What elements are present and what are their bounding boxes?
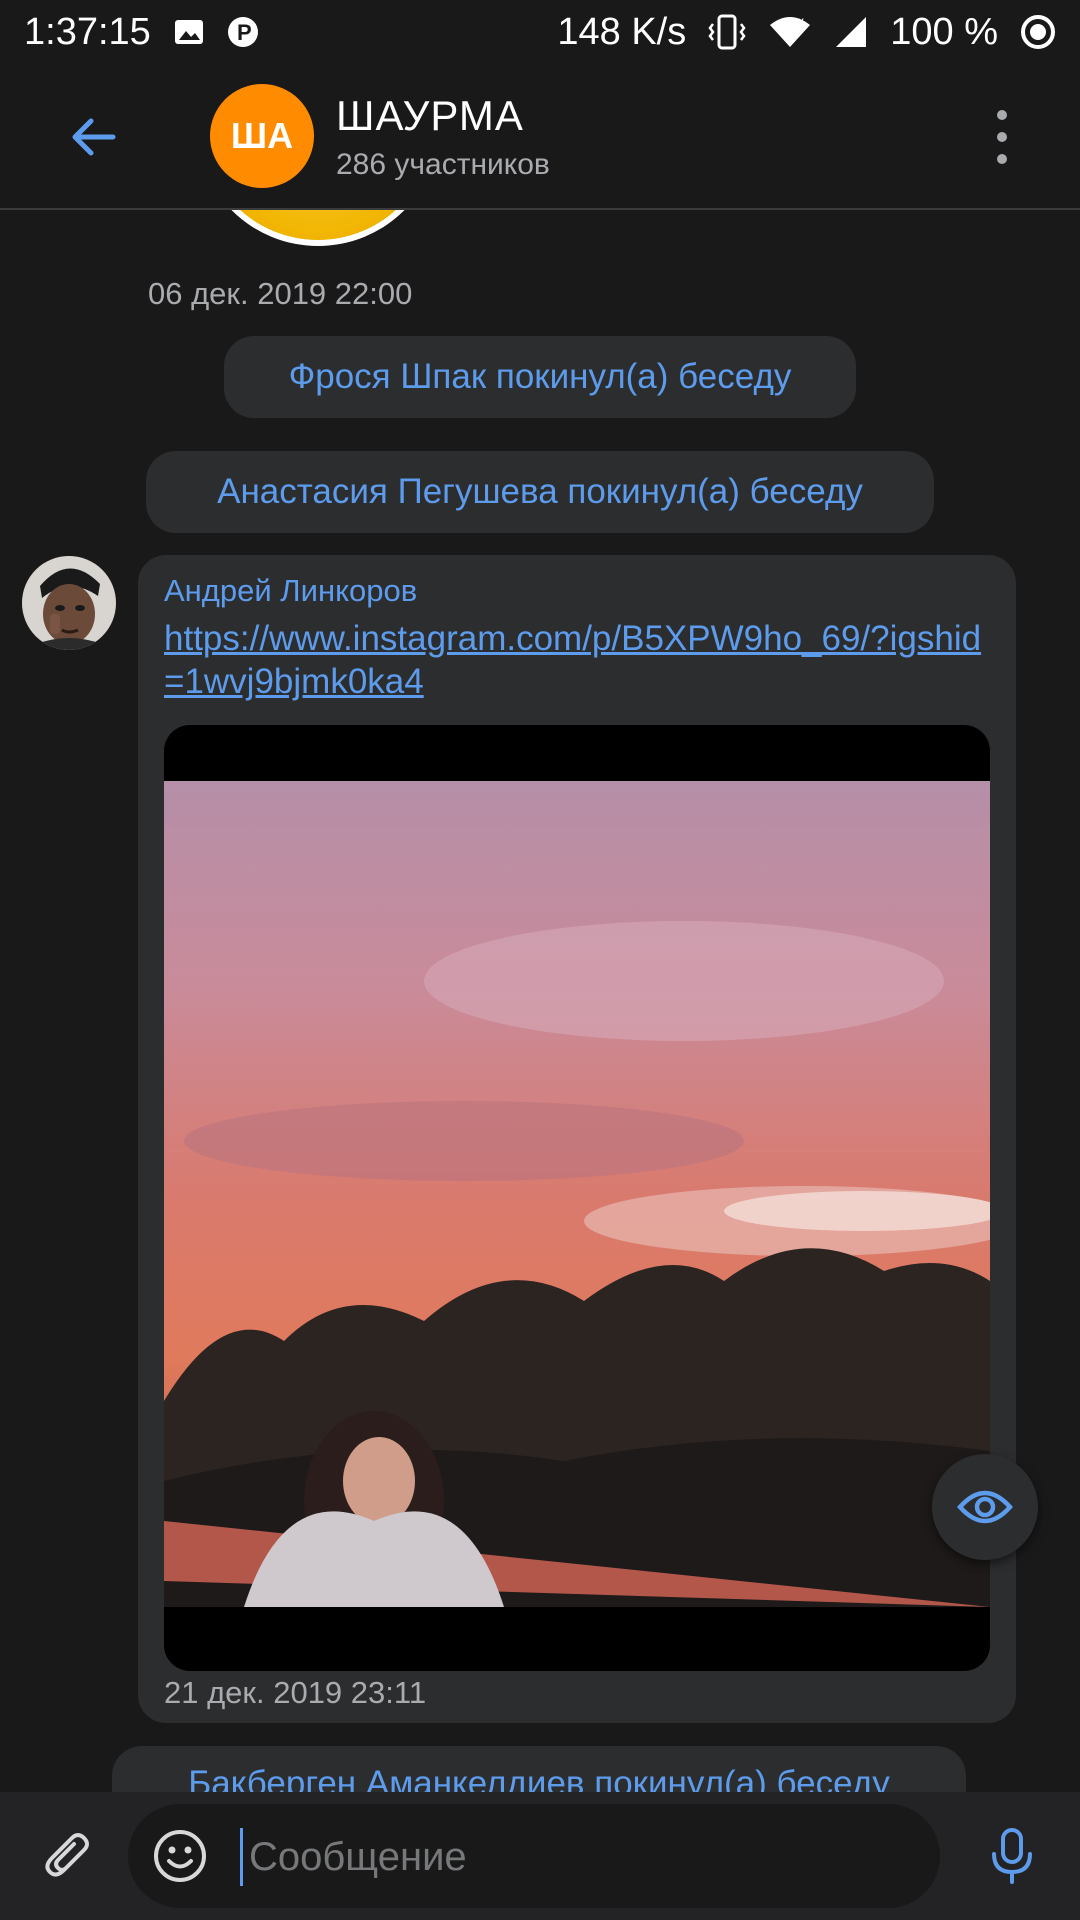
chat-header: ША ШАУРМА 286 участников [0,64,1080,210]
more-vertical-icon [997,110,1007,120]
message-input-bar [0,1792,1080,1920]
paperclip-icon [45,1833,89,1877]
attached-photo[interactable] [164,725,990,1671]
message-input[interactable] [240,1828,911,1886]
back-button[interactable] [60,104,126,170]
emoji-button[interactable] [150,1826,210,1886]
eye-button[interactable] [932,1454,1038,1560]
service-message[interactable]: Бакберген Аманкелдиев покинул(а) беседу [112,1746,966,1792]
microphone-button[interactable] [980,1822,1044,1890]
sender-avatar[interactable] [22,556,116,650]
svg-text:x: x [798,15,804,28]
chat-title[interactable]: ШАУРМА [336,92,524,140]
attach-button[interactable] [36,1824,100,1888]
sticker-image[interactable] [196,210,440,246]
net-speed: 148 K/s [557,10,687,53]
eye-icon [957,1490,1013,1524]
input-field-container [128,1804,940,1908]
arrow-left-icon [72,118,116,156]
status-bar-right: 148 K/s x 100 % [557,11,1056,54]
more-menu-button[interactable] [980,110,1024,164]
participants-count: 286 участников [336,148,550,181]
service-message[interactable]: Фрося Шпак покинул(а) беседу [224,336,856,418]
status-bar-left: 1:37:15 P [24,11,259,54]
vibrate-icon [708,14,746,50]
signal-icon [834,15,868,49]
message-link[interactable]: https://www.instagram.com/p/B5XPW9ho_69/… [164,617,994,703]
date-stamp: 06 дек. 2019 22:00 [148,276,413,311]
circle-status-icon [1020,14,1056,50]
battery-text: 100 % [890,10,998,53]
message-list[interactable]: 06 дек. 2019 22:00 Фрося Шпак покинул(а)… [0,210,1080,1792]
image-icon [173,16,205,48]
svg-text:P: P [237,20,252,45]
wifi-icon: x [768,15,812,49]
status-bar: 1:37:15 P 148 K/s x 100 % [0,0,1080,64]
chat-avatar[interactable]: ША [210,84,314,188]
photo-content [164,781,990,1607]
sender-name[interactable]: Андрей Линкоров [164,573,417,609]
message-bubble[interactable]: Андрей Линкоров https://www.instagram.co… [138,555,1016,1723]
smiley-icon [154,1830,206,1882]
microphone-icon [992,1828,1032,1884]
message-time: 21 дек. 2019 23:11 [164,1675,427,1710]
p-icon: P [227,16,259,48]
service-message[interactable]: Анастасия Пегушева покинул(а) беседу [146,451,934,533]
status-time: 1:37:15 [24,10,151,53]
